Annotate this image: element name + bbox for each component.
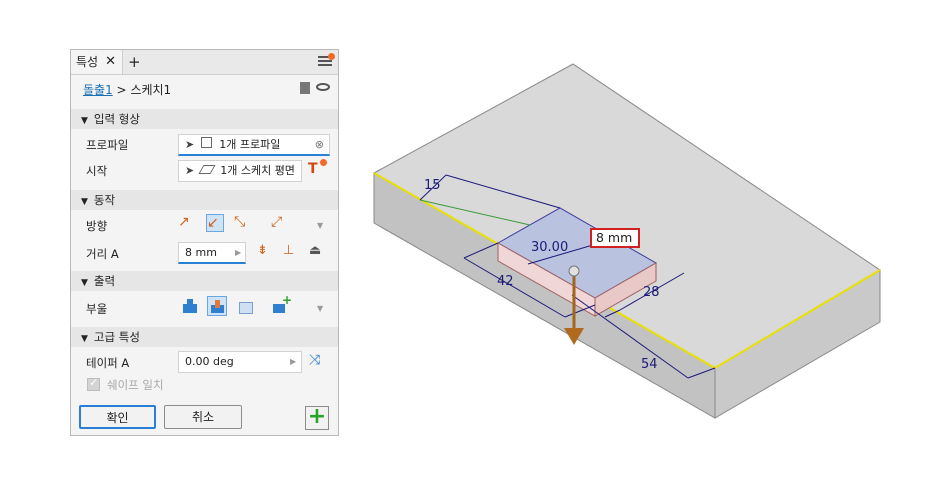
tab-properties[interactable]: 특성 ✕ xyxy=(71,50,123,74)
collapse-icon: ▼ xyxy=(81,334,88,344)
chevron-down-icon[interactable]: ▼ xyxy=(317,304,323,313)
start-value: 1개 스케치 평면 xyxy=(220,164,295,177)
section-input-geometry[interactable]: ▼ 입력 형상 xyxy=(71,109,338,129)
new-solid-icon[interactable]: + xyxy=(271,293,292,315)
breadcrumb: 돌출1 > 스케치1 xyxy=(83,81,171,98)
close-icon[interactable]: ✕ xyxy=(105,50,116,74)
flip-taper-icon[interactable]: ⤨ xyxy=(309,352,327,370)
dimension-54[interactable]: 54 xyxy=(641,357,658,372)
eye-icon[interactable] xyxy=(316,83,330,91)
dimension-15[interactable]: 15 xyxy=(424,178,441,193)
collapse-icon: ▼ xyxy=(81,278,88,288)
breadcrumb-separator: > xyxy=(116,83,127,97)
intersect-icon[interactable] xyxy=(236,297,254,315)
add-feature-button[interactable]: + xyxy=(305,406,329,430)
collapse-icon: ▼ xyxy=(81,116,88,126)
start-selector[interactable]: ➤ 1개 스케치 평면 xyxy=(178,160,302,182)
document-icon[interactable] xyxy=(300,82,310,94)
match-shape-checkbox[interactable]: ✓ xyxy=(87,376,100,391)
tab-label: 특성 xyxy=(76,55,99,69)
section-output[interactable]: ▼ 출력 xyxy=(71,271,338,291)
match-shape-label: 쉐이프 일치 xyxy=(107,378,164,392)
select-arrow-icon: ➤ xyxy=(185,164,195,177)
taper-input[interactable]: 0.00 deg xyxy=(178,351,302,373)
boolean-label: 부울 xyxy=(86,302,108,316)
profile-selector[interactable]: ➤ 1개 프로파일 ⊗ xyxy=(178,134,330,156)
direction-flipped-icon[interactable]: ↙ xyxy=(206,214,224,232)
profile-label: 프로파일 xyxy=(86,138,129,152)
distance-label: 거리 A xyxy=(86,247,119,261)
graphics-viewport[interactable] xyxy=(350,40,910,480)
distance-face-icon[interactable]: ⊥ xyxy=(283,243,301,261)
section-behavior[interactable]: ▼ 동작 xyxy=(71,190,338,210)
direction-asymmetric-icon[interactable]: ⤢ xyxy=(271,214,289,232)
through-all-icon[interactable]: ⏏ xyxy=(309,243,327,261)
breadcrumb-current[interactable]: 스케치1 xyxy=(130,83,171,97)
dimension-28[interactable]: 28 xyxy=(643,285,660,300)
distance-to-icon[interactable]: ⇟ xyxy=(257,243,275,261)
distance-callout-input[interactable]: 8 mm xyxy=(590,228,640,248)
direction-symmetric-icon[interactable]: ⤡ xyxy=(234,214,252,232)
profile-value: 1개 프로파일 xyxy=(219,138,281,151)
dimension-30[interactable]: 30.00 xyxy=(531,240,568,255)
breadcrumb-parent[interactable]: 돌출1 xyxy=(83,83,113,97)
cut-icon[interactable] xyxy=(207,296,227,316)
cancel-button[interactable]: 취소 xyxy=(164,405,242,429)
tab-bar: 특성 ✕ + xyxy=(71,50,338,75)
select-arrow-icon: ➤ xyxy=(185,138,195,151)
section-advanced[interactable]: ▼ 고급 특성 xyxy=(71,327,338,347)
start-label: 시작 xyxy=(86,164,108,178)
dimension-42[interactable]: 42 xyxy=(497,274,514,289)
direction-default-icon[interactable]: ↗ xyxy=(178,214,196,232)
chevron-right-icon[interactable]: ▶ xyxy=(290,357,296,366)
collapse-icon: ▼ xyxy=(81,197,88,207)
add-tab-icon[interactable]: + xyxy=(128,50,141,74)
chevron-right-icon[interactable]: ▶ xyxy=(235,248,241,257)
plane-icon xyxy=(198,165,216,174)
taper-label: 테이퍼 A xyxy=(86,356,130,370)
profile-icon xyxy=(200,137,212,148)
properties-panel: 특성 ✕ + 돌출1 > 스케치1 ▼ 입력 형상 프로파일 ➤ 1개 프로파일 … xyxy=(70,49,339,436)
ok-button[interactable]: 확인 xyxy=(79,405,156,429)
drag-handle xyxy=(568,265,580,277)
clear-icon[interactable]: ⊗ xyxy=(315,135,324,154)
notification-dot xyxy=(320,159,327,166)
model-view xyxy=(372,63,881,419)
direction-label: 방향 xyxy=(86,219,108,233)
notification-dot xyxy=(328,53,335,60)
join-icon[interactable] xyxy=(181,297,199,315)
chevron-down-icon[interactable]: ▼ xyxy=(317,221,323,230)
